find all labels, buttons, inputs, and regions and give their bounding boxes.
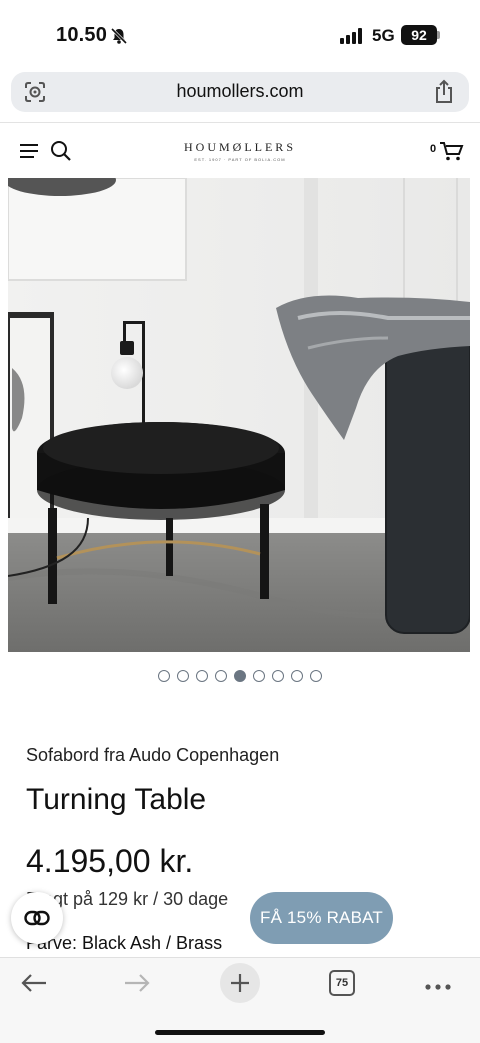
menu-icon[interactable] bbox=[20, 142, 40, 160]
tabs-button[interactable]: 75 bbox=[329, 970, 355, 996]
carousel-dot[interactable] bbox=[272, 670, 284, 682]
product-subtitle: Sofabord fra Audo Copenhagen bbox=[26, 745, 280, 765]
share-icon[interactable] bbox=[433, 79, 455, 105]
site-header: HOUMØLLERS EST. 1907 · PART OF BOLIA.COM… bbox=[0, 124, 480, 178]
compare-icon bbox=[24, 908, 50, 928]
status-bar: 10.50 5G 92 bbox=[0, 0, 480, 70]
cart-icon[interactable] bbox=[438, 140, 464, 162]
product-image[interactable] bbox=[8, 178, 470, 652]
battery-indicator: 92 bbox=[401, 25, 437, 45]
new-tab-button[interactable] bbox=[220, 963, 260, 1003]
network-label: 5G bbox=[372, 26, 395, 45]
logo-tagline: EST. 1907 · PART OF BOLIA.COM bbox=[194, 157, 286, 162]
carousel-dots bbox=[0, 670, 480, 684]
bell-slash-icon bbox=[110, 27, 128, 45]
carousel-dot[interactable] bbox=[253, 670, 265, 682]
home-indicator bbox=[155, 1030, 325, 1035]
product-title: Turning Table bbox=[26, 783, 207, 816]
status-time: 10.50 bbox=[56, 24, 108, 46]
url-text[interactable]: houmollers.com bbox=[11, 81, 469, 102]
forward-arrow-icon[interactable] bbox=[123, 972, 151, 994]
more-icon[interactable] bbox=[424, 978, 452, 990]
carousel-dot[interactable] bbox=[158, 670, 170, 682]
carousel-dot[interactable] bbox=[310, 670, 322, 682]
logo-text: HOUMØLLERS bbox=[183, 140, 296, 154]
carousel-dot[interactable] bbox=[291, 670, 303, 682]
compare-button[interactable] bbox=[11, 892, 63, 944]
browser-toolbar: 75 bbox=[0, 957, 480, 1043]
signal-bars-icon bbox=[340, 28, 364, 44]
carousel-dot-active[interactable] bbox=[234, 670, 246, 682]
carousel-dot[interactable] bbox=[215, 670, 227, 682]
battery-cap bbox=[437, 31, 440, 39]
cart-count: 0 bbox=[430, 143, 437, 155]
product-price: 4.195,00 kr. bbox=[26, 843, 194, 879]
back-arrow-icon[interactable] bbox=[20, 972, 48, 994]
carousel-dot[interactable] bbox=[196, 670, 208, 682]
discount-button[interactable]: FÅ 15% RABAT bbox=[250, 892, 393, 944]
divider bbox=[0, 122, 480, 123]
site-logo[interactable]: HOUMØLLERS EST. 1907 · PART OF BOLIA.COM bbox=[140, 140, 340, 162]
carousel-dot[interactable] bbox=[177, 670, 189, 682]
search-icon[interactable] bbox=[50, 140, 72, 162]
address-bar[interactable]: houmollers.com bbox=[11, 72, 469, 112]
plus-icon bbox=[230, 973, 250, 993]
